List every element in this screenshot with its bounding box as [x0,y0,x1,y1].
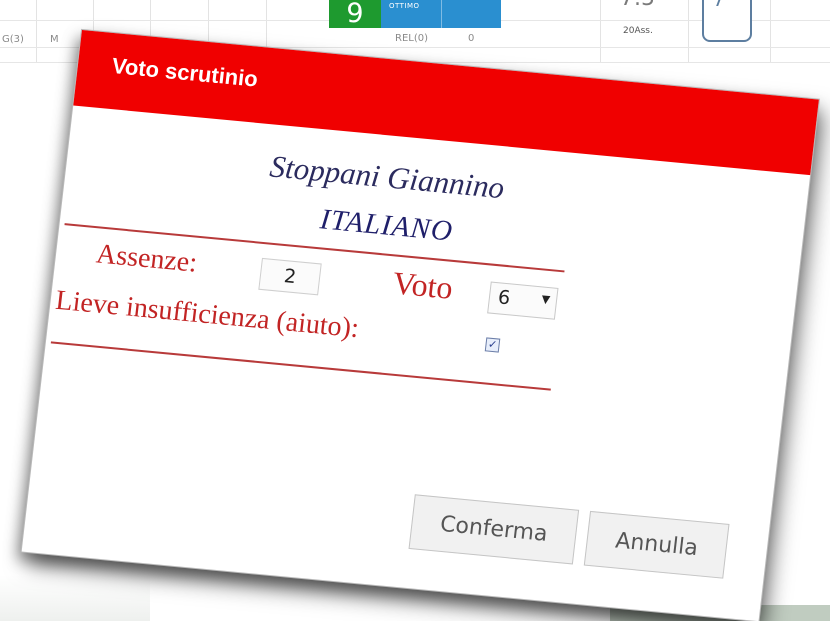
grade-judgement-label: OTTIMO [389,2,420,10]
dialog-title: Voto scrutinio [110,53,260,92]
bg-cell-text: REL(0) [395,33,429,44]
cancel-button[interactable]: Annulla [583,510,730,579]
grade-tile[interactable]: 9 [329,0,381,28]
vote-select-value: 6 [496,286,512,310]
grid-divider [600,0,601,62]
bg-cell-text: G(3) [2,34,24,45]
help-checkbox[interactable]: ✓ [484,337,501,353]
grid-divider [36,0,37,62]
grade-judgement-tile[interactable]: OTTIMO [381,0,501,28]
grid-divider [770,0,771,62]
divider-line [50,341,551,391]
vote-select[interactable]: 6 ▼ [487,281,559,320]
vote-label: Voto [390,264,455,306]
absences-input[interactable]: 2 [258,257,322,296]
confirm-button[interactable]: Conferma [408,494,580,565]
absences-summary: 20Ass. [623,26,653,36]
chevron-down-icon: ▼ [540,292,551,307]
vote-dialog: Voto scrutinio Stoppani Giannino ITALIAN… [21,30,819,621]
tile-divider [441,0,442,28]
grade-value: 9 [346,0,364,29]
grade-average: 7.5 [620,0,655,11]
absences-label: Assenze: [94,238,199,279]
bg-cell-text: 0 [468,33,475,44]
bg-cell-text: M [50,34,59,45]
document-icon[interactable] [702,0,752,42]
bg-footer-left [0,575,150,621]
grid-divider [688,0,689,62]
